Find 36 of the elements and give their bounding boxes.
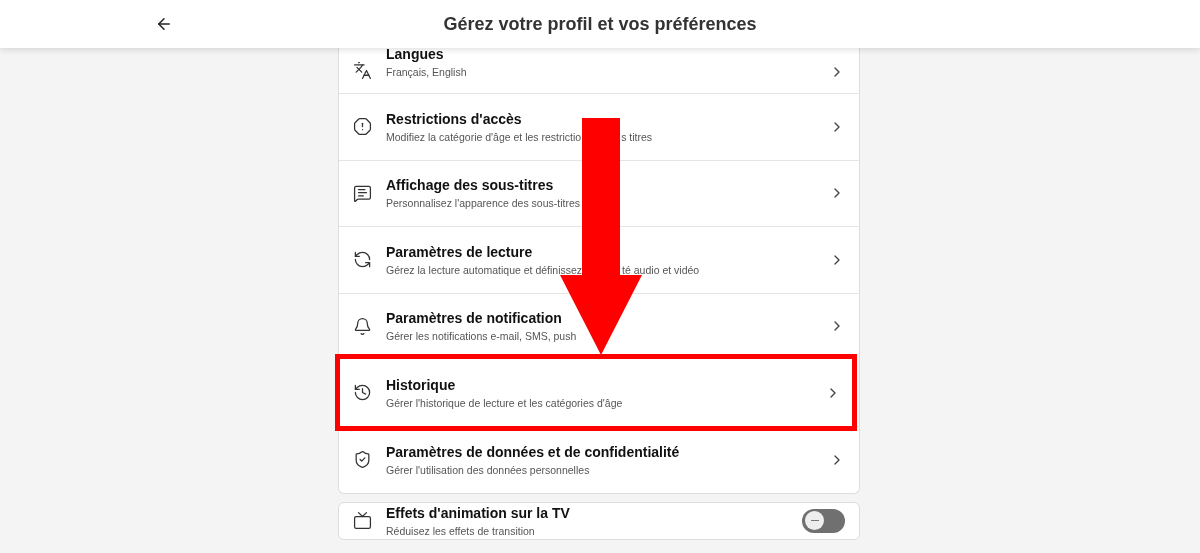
alert-icon (353, 117, 372, 137)
subtitles-icon (353, 183, 372, 203)
setting-description: Français, English (386, 65, 467, 80)
setting-description: Personnalisez l'apparence des sous-titres (386, 196, 581, 212)
setting-title: Paramètres de notification (386, 309, 563, 329)
setting-title: Langues (386, 45, 445, 64)
setting-title: Restrictions d'accès (386, 109, 523, 129)
tv-icon (353, 511, 372, 530)
setting-description: Gérer l'utilisation des données personnelles (386, 462, 590, 478)
setting-row[interactable]: Paramètres de lecture Gérez la lecture automatique et définissez té audio et vidéo (339, 226, 859, 293)
setting-row[interactable]: Restrictions d'accès Modifiez la catégorie d'âge et les restrictio s titres (339, 93, 859, 160)
setting-title: Paramètres de lecture (386, 242, 534, 262)
setting-description: té audio et vidéo (622, 262, 700, 278)
setting-description: Gérer l'historique de lecture et les catégories d'âge (386, 395, 623, 411)
setting-title: Historique (386, 375, 457, 395)
setting-title: Paramètres de données et de confidentialité (386, 442, 681, 462)
setting-description: Gérer les notifications e-mail, SMS, push (386, 329, 577, 345)
setting-description: Modifiez la catégorie d'âge et les restrictio (386, 129, 582, 145)
setting-row[interactable]: Paramètres de notification Gérer les notifications e-mail, SMS, push (339, 292, 859, 359)
toggle-switch[interactable] (802, 508, 845, 533)
setting-row[interactable]: Effets d'animation sur la TV Réduisez les effets de transition (339, 502, 859, 539)
page-title: Gérez votre profil et vos préférences (443, 12, 757, 36)
setting-title: Affichage des sous-titres (386, 176, 555, 196)
setting-row[interactable]: Paramètres de données et de confidentialité Gérer l'utilisation des données personnelles (339, 426, 859, 493)
setting-row[interactable]: Historique Gérer l'historique de lecture et les catégories d'âge (335, 354, 857, 431)
setting-description: Gérez la lecture automatique et définissez (386, 262, 583, 278)
setting-description: s titres (621, 129, 653, 145)
bell-icon (353, 316, 372, 336)
refresh-icon (353, 250, 372, 270)
setting-row[interactable]: Langues Français, English (339, 48, 859, 93)
setting-title: Effets d'animation sur la TV (386, 503, 571, 523)
history-icon (353, 383, 372, 402)
setting-description: Réduisez les effets de transition (386, 523, 535, 539)
setting-row[interactable]: Affichage des sous-titres Personnalisez l'apparence des sous-titres (339, 159, 859, 226)
shield-check-icon (353, 450, 372, 470)
languages-icon (353, 61, 372, 80)
